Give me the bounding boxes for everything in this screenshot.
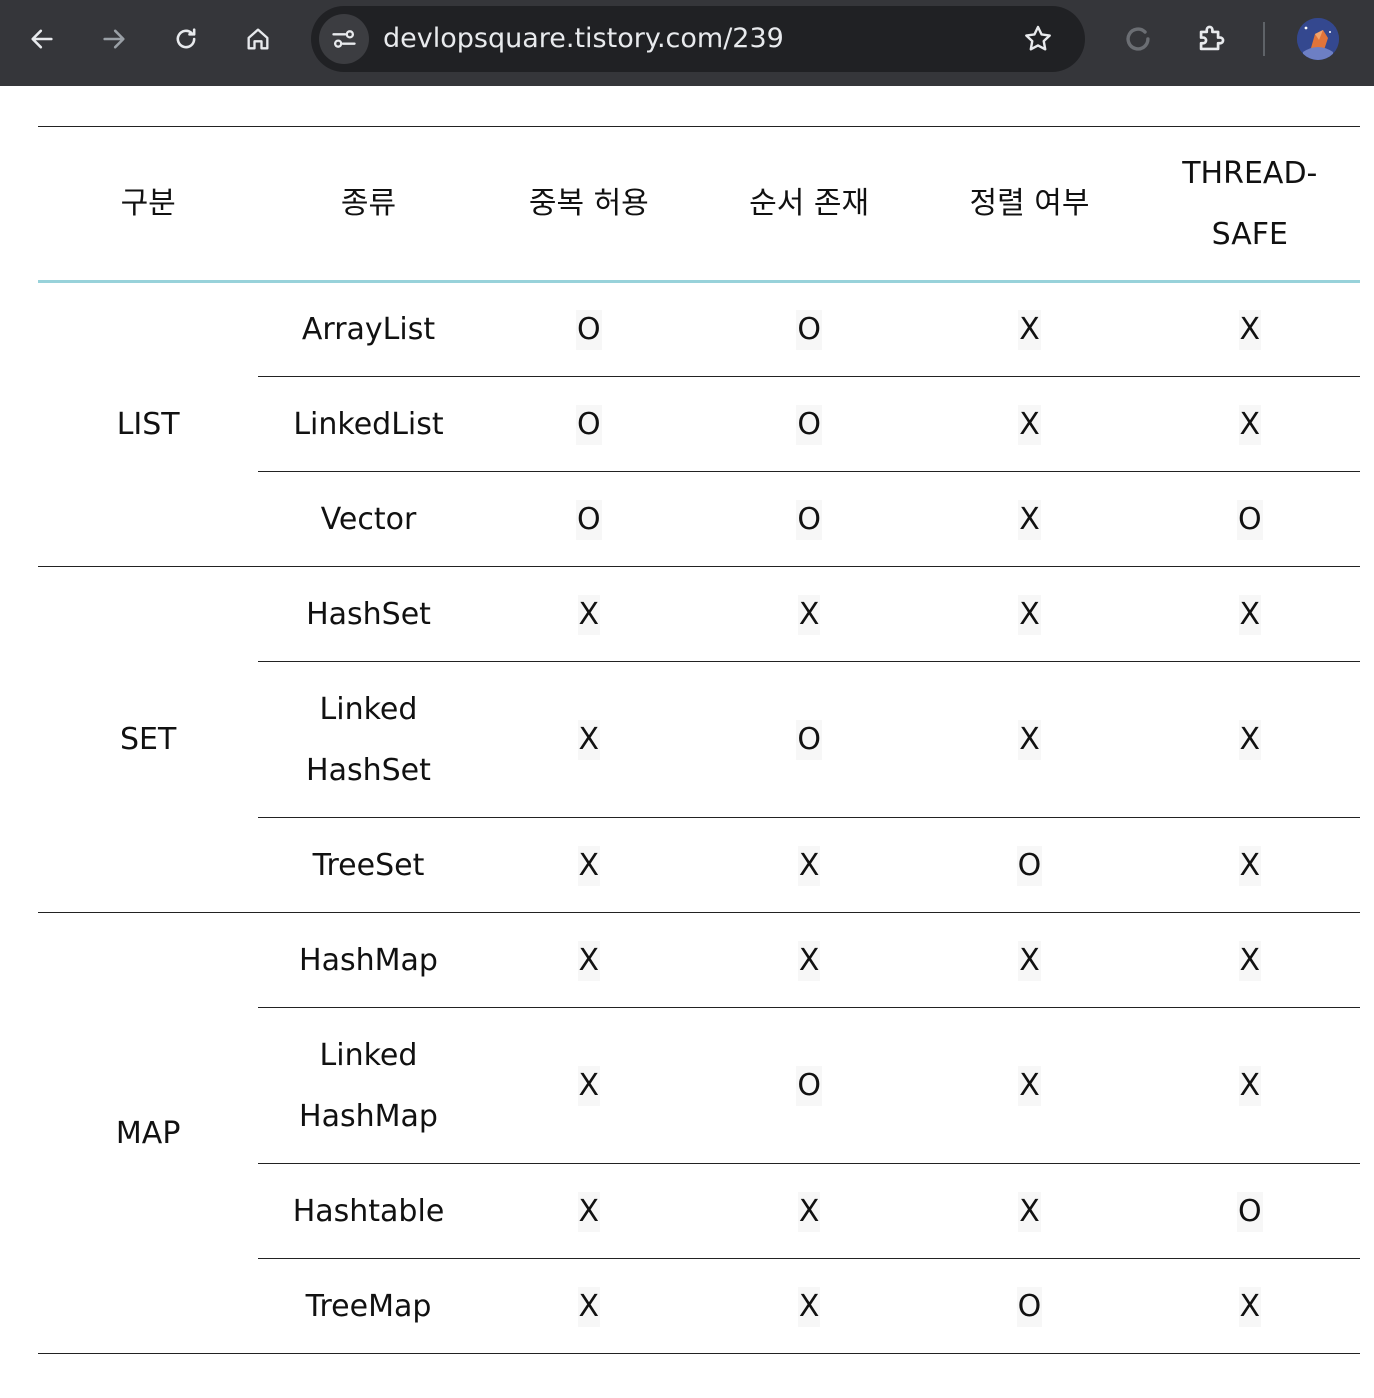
dup-cell: X (478, 912, 699, 1008)
table-row: SET HashSet X X X X (38, 566, 1360, 913)
sorted-cell: X (919, 471, 1140, 567)
header-type: 종류 (258, 126, 479, 283)
profile-avatar-icon[interactable] (1297, 18, 1339, 60)
order-cell: O (698, 471, 920, 567)
order-cell: O (698, 1007, 920, 1164)
dup-cell: O (478, 471, 699, 567)
header-duplicates: 중복 허용 (478, 126, 699, 283)
thread-safe-cell: X (1139, 376, 1360, 472)
forward-arrow-icon (103, 29, 125, 49)
forward-button[interactable] (90, 13, 138, 65)
sorted-cell: X (919, 661, 1140, 818)
order-cell: X (698, 566, 920, 662)
header-thread-safe: THREAD-SAFE (1139, 126, 1360, 283)
sync-button[interactable] (1114, 13, 1162, 65)
type-cell: Vector (258, 471, 479, 567)
browser-toolbar: devlopsquare.tistory.com/239 (0, 0, 1374, 86)
dup-cell: X (478, 661, 699, 818)
category-cell: SET (38, 566, 259, 913)
back-button[interactable] (18, 13, 66, 65)
dup-cell: X (478, 817, 699, 913)
type-cell: ArrayList (258, 281, 479, 377)
dup-cell: O (478, 281, 699, 377)
thread-safe-cell: X (1139, 817, 1360, 913)
type-cell: TreeSet (258, 817, 479, 913)
type-cell: Hashtable (258, 1163, 479, 1259)
order-cell: O (698, 661, 920, 818)
home-icon (247, 28, 269, 50)
thread-safe-cell: X (1139, 1007, 1360, 1164)
site-info-icon (332, 30, 356, 48)
order-cell: X (698, 912, 920, 1008)
sorted-cell: X (919, 1163, 1140, 1259)
dup-cell: X (478, 1258, 699, 1354)
sorted-cell: X (919, 566, 1140, 662)
page-content: 구분 종류 중복 허용 순서 존재 정렬 여부 THREAD-SAFE LIST… (0, 86, 1374, 1398)
type-cell: Linked HashSet (258, 661, 479, 818)
sorted-cell: O (919, 817, 1140, 913)
extensions-icon (1199, 25, 1225, 51)
reload-icon (176, 28, 196, 49)
sorted-cell: X (919, 912, 1140, 1008)
category-cell: LIST (38, 281, 259, 567)
table-header-row: 구분 종류 중복 허용 순서 존재 정렬 여부 THREAD-SAFE (38, 126, 1360, 283)
order-cell: O (698, 281, 920, 377)
dup-cell: O (478, 376, 699, 472)
reload-button[interactable] (162, 13, 210, 65)
type-cell: HashSet (258, 566, 479, 662)
address-bar[interactable]: devlopsquare.tistory.com/239 (311, 6, 1085, 72)
type-cell: TreeMap (258, 1258, 479, 1354)
header-category: 구분 (38, 126, 259, 283)
table-row: LIST ArrayList O O X X (38, 281, 1360, 567)
order-cell: O (698, 376, 920, 472)
thread-safe-cell: X (1139, 1258, 1360, 1354)
thread-safe-cell: X (1139, 661, 1360, 818)
thread-safe-cell: O (1139, 471, 1360, 567)
home-button[interactable] (234, 13, 282, 65)
collection-comparison-table: 구분 종류 중복 허용 순서 존재 정렬 여부 THREAD-SAFE LIST… (38, 126, 1360, 1354)
sorted-cell: X (919, 281, 1140, 377)
sorted-cell: X (919, 376, 1140, 472)
site-info-button[interactable] (319, 14, 369, 64)
url-text[interactable]: devlopsquare.tistory.com/239 (383, 6, 784, 72)
back-arrow-icon (31, 29, 53, 49)
type-cell: Linked HashMap (258, 1007, 479, 1164)
dup-cell: X (478, 1007, 699, 1164)
type-cell: LinkedList (258, 376, 479, 472)
thread-safe-cell: X (1139, 281, 1360, 377)
thread-safe-cell: O (1139, 1163, 1360, 1259)
category-cell: MAP (38, 912, 259, 1354)
bookmark-button[interactable] (1019, 20, 1057, 58)
order-cell: X (698, 1163, 920, 1259)
header-order: 순서 존재 (698, 126, 920, 283)
sync-icon (1126, 27, 1150, 51)
sorted-cell: O (919, 1258, 1140, 1354)
thread-safe-cell: X (1139, 566, 1360, 662)
type-cell: HashMap (258, 912, 479, 1008)
extensions-button[interactable] (1187, 13, 1235, 65)
dup-cell: X (478, 1163, 699, 1259)
toolbar-separator (1263, 22, 1265, 56)
header-sorted: 정렬 여부 (919, 126, 1140, 283)
dup-cell: X (478, 566, 699, 662)
thread-safe-cell: X (1139, 912, 1360, 1008)
bookmark-star-icon (1025, 25, 1051, 51)
table-row: MAP HashMap X X X X (38, 912, 1360, 1354)
order-cell: X (698, 817, 920, 913)
sorted-cell: X (919, 1007, 1140, 1164)
order-cell: X (698, 1258, 920, 1354)
